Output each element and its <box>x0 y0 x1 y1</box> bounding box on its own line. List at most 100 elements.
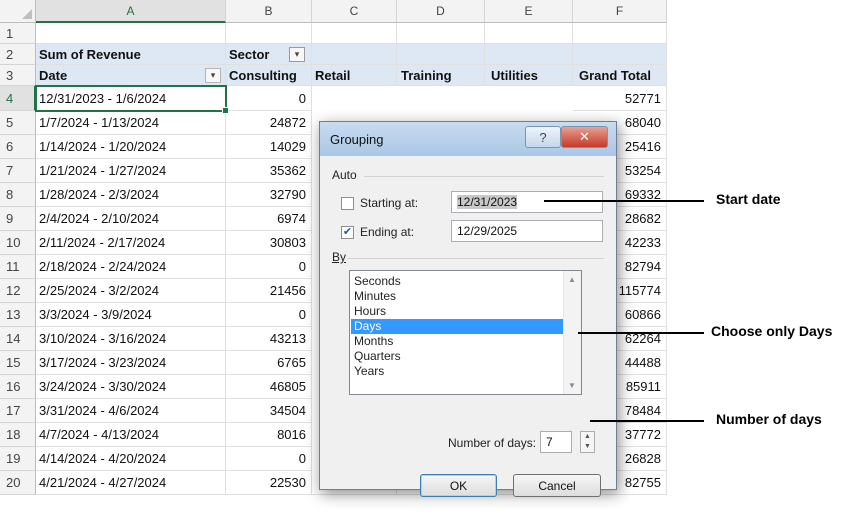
ending-at-checkbox[interactable]: ✔ <box>341 226 354 239</box>
list-item-quarters[interactable]: Quarters <box>351 349 563 364</box>
pivot-header-grand-total[interactable]: Grand Total <box>573 65 667 86</box>
cancel-button[interactable]: Cancel <box>513 474 601 497</box>
row-header[interactable]: 20 <box>0 471 36 495</box>
consulting-cell[interactable]: 34504 <box>226 399 312 423</box>
number-of-days-spinner[interactable]: ▲ ▼ <box>580 431 595 453</box>
row-header[interactable]: 7 <box>0 159 36 183</box>
cell-b1[interactable] <box>226 23 312 44</box>
pivot-header-utilities[interactable]: Utilities <box>485 65 573 86</box>
date-cell[interactable]: 2/18/2024 - 2/24/2024 <box>36 255 226 279</box>
consulting-cell[interactable]: 0 <box>226 86 312 111</box>
cell-d2[interactable] <box>397 44 485 65</box>
date-cell[interactable]: 4/7/2024 - 4/13/2024 <box>36 423 226 447</box>
list-item-seconds[interactable]: Seconds <box>351 274 563 289</box>
starting-at-input[interactable]: 12/31/2023 <box>451 191 603 213</box>
row-header[interactable]: 3 <box>0 65 36 86</box>
date-cell[interactable]: 3/17/2024 - 3/23/2024 <box>36 351 226 375</box>
list-item-months[interactable]: Months <box>351 334 563 349</box>
cell-d1[interactable] <box>397 23 485 44</box>
consulting-cell[interactable]: 0 <box>226 447 312 471</box>
consulting-cell[interactable]: 0 <box>226 255 312 279</box>
row-header[interactable]: 17 <box>0 399 36 423</box>
row-filter-dropdown-icon[interactable]: ▾ <box>205 68 221 83</box>
consulting-cell[interactable]: 6765 <box>226 351 312 375</box>
cell-a1[interactable] <box>36 23 226 44</box>
by-listbox[interactable]: Seconds Minutes Hours Days Months Quarte… <box>349 270 582 395</box>
column-header-c[interactable]: C <box>312 0 397 23</box>
date-cell[interactable]: 4/21/2024 - 4/27/2024 <box>36 471 226 495</box>
date-cell[interactable]: 1/28/2024 - 2/3/2024 <box>36 183 226 207</box>
help-button[interactable]: ? <box>525 126 561 148</box>
consulting-cell[interactable]: 30803 <box>226 231 312 255</box>
consulting-cell[interactable]: 24872 <box>226 111 312 135</box>
column-header-b[interactable]: B <box>226 0 312 23</box>
column-header-d[interactable]: D <box>397 0 485 23</box>
pivot-header-retail[interactable]: Retail <box>312 65 397 86</box>
row-header[interactable]: 15 <box>0 351 36 375</box>
row-header[interactable]: 2 <box>0 44 36 65</box>
ending-at-input[interactable]: 12/29/2025 <box>451 220 603 242</box>
row-header[interactable]: 6 <box>0 135 36 159</box>
consulting-cell[interactable]: 6974 <box>226 207 312 231</box>
consulting-cell[interactable]: 14029 <box>226 135 312 159</box>
date-cell[interactable]: 12/31/2023 - 1/6/2024 <box>36 86 226 111</box>
starting-at-checkbox[interactable] <box>341 197 354 210</box>
row-header[interactable]: 1 <box>0 23 36 44</box>
date-cell[interactable]: 1/21/2024 - 1/27/2024 <box>36 159 226 183</box>
column-header-e[interactable]: E <box>485 0 573 23</box>
consulting-cell[interactable]: 0 <box>226 303 312 327</box>
date-cell[interactable]: 3/24/2024 - 3/30/2024 <box>36 375 226 399</box>
date-cell[interactable]: 4/14/2024 - 4/20/2024 <box>36 447 226 471</box>
consulting-cell[interactable]: 8016 <box>226 423 312 447</box>
dialog-titlebar[interactable]: Grouping ? ✕ <box>320 122 616 156</box>
column-header-f[interactable]: F <box>573 0 667 23</box>
spin-down-icon[interactable]: ▼ <box>581 442 594 452</box>
pivot-header-consulting[interactable]: Consulting <box>226 65 312 86</box>
number-of-days-input[interactable]: 7 <box>540 431 572 453</box>
consulting-cell[interactable]: 43213 <box>226 327 312 351</box>
column-header-a[interactable]: A <box>36 0 226 23</box>
select-all-corner[interactable] <box>0 0 36 23</box>
consulting-cell[interactable]: 21456 <box>226 279 312 303</box>
row-header[interactable]: 14 <box>0 327 36 351</box>
consulting-cell[interactable]: 32790 <box>226 183 312 207</box>
date-cell[interactable]: 2/11/2024 - 2/17/2024 <box>36 231 226 255</box>
cell-c2[interactable] <box>312 44 397 65</box>
date-cell[interactable]: 2/4/2024 - 2/10/2024 <box>36 207 226 231</box>
row-header[interactable]: 5 <box>0 111 36 135</box>
consulting-cell[interactable]: 46805 <box>226 375 312 399</box>
pivot-header-training[interactable]: Training <box>397 65 485 86</box>
date-cell[interactable]: 1/14/2024 - 1/20/2024 <box>36 135 226 159</box>
cell-f1[interactable] <box>573 23 667 44</box>
scroll-down-icon[interactable]: ▼ <box>568 381 576 390</box>
total-cell[interactable]: 52771 <box>573 86 667 111</box>
row-header[interactable]: 13 <box>0 303 36 327</box>
pivot-values-label[interactable]: Sum of Revenue <box>36 44 226 65</box>
consulting-cell[interactable]: 22530 <box>226 471 312 495</box>
scroll-up-icon[interactable]: ▲ <box>568 275 576 284</box>
list-item-minutes[interactable]: Minutes <box>351 289 563 304</box>
row-header[interactable]: 18 <box>0 423 36 447</box>
filter-dropdown-icon[interactable]: ▾ <box>289 47 305 62</box>
cell-c1[interactable] <box>312 23 397 44</box>
row-header[interactable]: 16 <box>0 375 36 399</box>
date-cell[interactable]: 2/25/2024 - 3/2/2024 <box>36 279 226 303</box>
date-cell[interactable]: 3/10/2024 - 3/16/2024 <box>36 327 226 351</box>
consulting-cell[interactable]: 35362 <box>226 159 312 183</box>
row-header[interactable]: 10 <box>0 231 36 255</box>
spin-up-icon[interactable]: ▲ <box>581 432 594 442</box>
ok-button[interactable]: OK <box>420 474 497 497</box>
date-cell[interactable]: 1/7/2024 - 1/13/2024 <box>36 111 226 135</box>
cell-e2[interactable] <box>485 44 573 65</box>
row-header[interactable]: 8 <box>0 183 36 207</box>
row-header[interactable]: 11 <box>0 255 36 279</box>
row-header[interactable]: 12 <box>0 279 36 303</box>
list-item-years[interactable]: Years <box>351 364 563 379</box>
date-cell[interactable]: 3/3/2024 - 3/9/2024 <box>36 303 226 327</box>
row-header[interactable]: 9 <box>0 207 36 231</box>
row-header[interactable]: 19 <box>0 447 36 471</box>
row-header[interactable]: 4 <box>0 86 36 111</box>
list-item-hours[interactable]: Hours <box>351 304 563 319</box>
close-button[interactable]: ✕ <box>561 126 608 148</box>
cell-e1[interactable] <box>485 23 573 44</box>
